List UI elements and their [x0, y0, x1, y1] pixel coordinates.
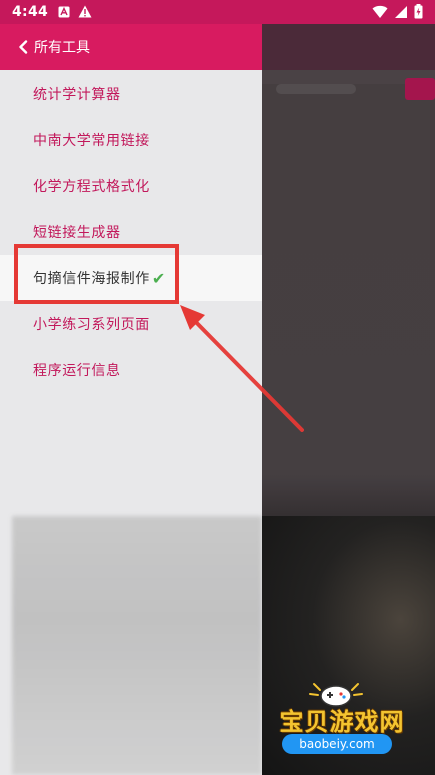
menu-item-csu-links[interactable]: 中南大学常用链接 [0, 117, 262, 163]
menu-item-stats-calculator[interactable]: 统计学计算器 [0, 71, 262, 117]
menu-item-short-link[interactable]: 短链接生成器 [0, 209, 262, 255]
menu-item-label: 化学方程式格式化 [33, 179, 150, 195]
menu-item-label: 短链接生成器 [33, 225, 121, 241]
warning-icon [78, 3, 92, 22]
menu-item-program-info[interactable]: 程序运行信息 [0, 347, 262, 393]
wifi-icon [372, 5, 388, 19]
menu-item-label: 小学练习系列页面 [33, 317, 150, 333]
battery-charging-icon [414, 4, 423, 19]
menu-item-quote-poster[interactable]: 句摘信件海报制作 ✔ [0, 255, 262, 301]
watermark: 宝贝游戏网 baobeiy.com [262, 680, 422, 760]
background-card [262, 84, 435, 524]
watermark-title: 宝贝游戏网 [279, 708, 405, 736]
menu-item-label: 程序运行信息 [33, 363, 121, 379]
signal-icon [394, 5, 408, 19]
background-content[interactable] [262, 24, 435, 775]
tool-menu: 统计学计算器 中南大学常用链接 化学方程式格式化 短链接生成器 句摘信件海报制作… [0, 71, 262, 393]
status-bar: 4:44 [0, 0, 435, 24]
background-chip [405, 78, 435, 100]
check-icon: ✔ [151, 268, 166, 288]
drawer-header: 所有工具 [0, 24, 262, 70]
chevron-left-icon[interactable] [12, 36, 34, 58]
a-box-icon [58, 3, 70, 22]
background-app-bar [262, 24, 435, 70]
menu-item-label: 中南大学常用链接 [33, 133, 150, 149]
background-placeholder [276, 84, 356, 94]
menu-item-primary-practice[interactable]: 小学练习系列页面 [0, 301, 262, 347]
navigation-drawer: 所有工具 统计学计算器 中南大学常用链接 化学方程式格式化 短链接生成器 句摘信… [0, 24, 262, 775]
menu-item-label: 统计学计算器 [33, 87, 121, 103]
status-time: 4:44 [12, 4, 49, 20]
watermark-url: baobeiy.com [282, 734, 392, 754]
menu-item-label: 句摘信件海报制作 [33, 271, 150, 287]
blurred-image [12, 516, 262, 775]
drawer-title: 所有工具 [34, 40, 90, 56]
menu-item-chem-formatter[interactable]: 化学方程式格式化 [0, 163, 262, 209]
